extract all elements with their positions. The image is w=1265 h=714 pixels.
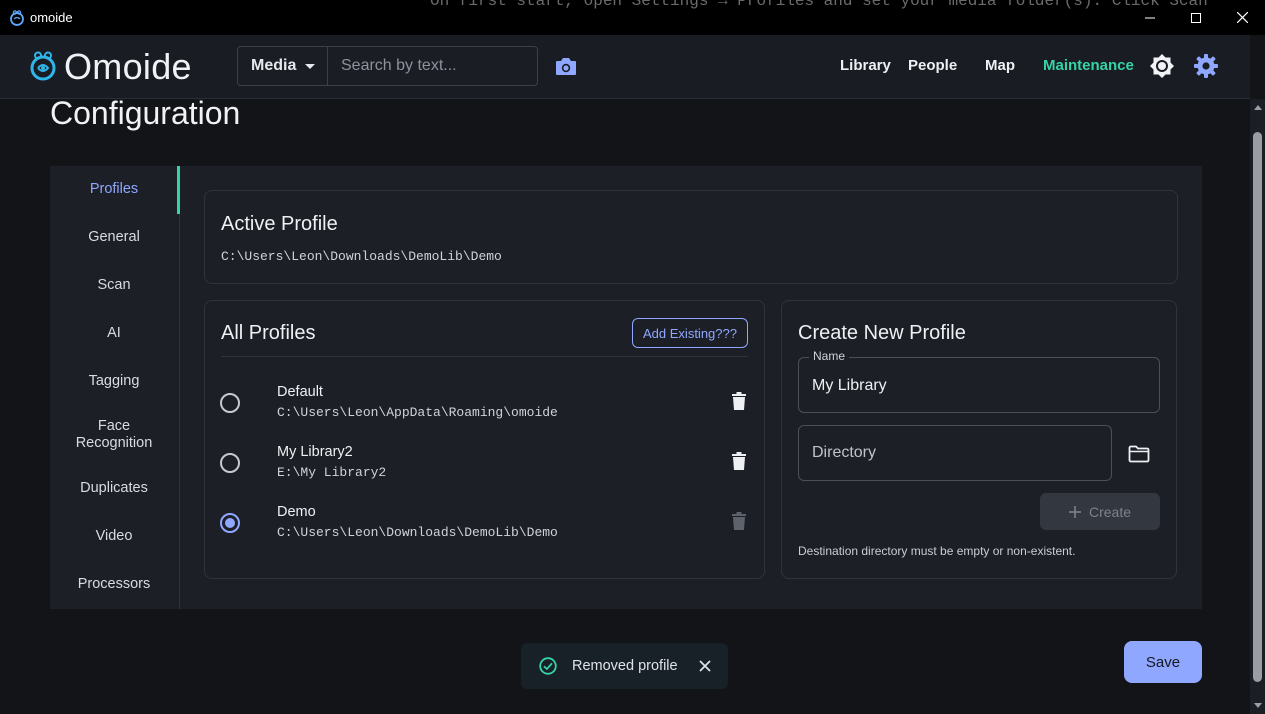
configuration-panel: Profiles General Scan AI Tagging Face Re… xyxy=(50,166,1202,609)
profile-name-label: Name xyxy=(809,349,850,363)
directory-hint: Destination directory must be empty or n… xyxy=(798,544,1076,558)
active-profile-title: Active Profile xyxy=(221,213,338,235)
maximize-button[interactable] xyxy=(1173,0,1219,35)
tab-general[interactable]: General xyxy=(50,229,178,246)
media-type-select[interactable]: Media xyxy=(237,46,328,86)
active-profile-path: C:\Users\Leon\Downloads\DemoLib\Demo xyxy=(221,249,502,264)
profile-row[interactable]: Demo C:\Users\Leon\Downloads\DemoLib\Dem… xyxy=(205,497,764,557)
gear-icon[interactable] xyxy=(1193,53,1219,79)
check-circle-icon xyxy=(539,657,557,675)
divider xyxy=(221,356,748,357)
all-profiles-title: All Profiles xyxy=(221,322,316,344)
profile-radio[interactable] xyxy=(220,453,240,473)
search-input[interactable] xyxy=(328,46,538,86)
create-profile-title: Create New Profile xyxy=(798,322,966,344)
close-icon xyxy=(1236,12,1248,23)
profile-name-value: My Library xyxy=(812,377,887,394)
create-label: Create xyxy=(1088,503,1132,520)
profile-radio-selected[interactable] xyxy=(220,513,240,533)
nav-maintenance[interactable]: Maintenance xyxy=(1043,57,1134,74)
camera-icon[interactable] xyxy=(554,55,578,77)
tab-face-recognition[interactable]: Face Recognition xyxy=(50,418,178,452)
toast-notification: Removed profile xyxy=(521,643,728,689)
minimize-button[interactable] xyxy=(1127,0,1173,35)
directory-field[interactable]: Directory xyxy=(798,425,1112,481)
profile-row[interactable]: My Library2 E:\My Library2 xyxy=(205,437,764,497)
toast-message: Removed profile xyxy=(572,658,678,674)
trash-icon[interactable] xyxy=(732,392,746,410)
window-titlebar: omoide On first start, open Settings → P… xyxy=(0,0,1265,35)
scroll-up-icon[interactable] xyxy=(1254,105,1262,110)
close-icon[interactable] xyxy=(699,660,711,672)
window-title: omoide xyxy=(30,10,73,25)
trash-icon-disabled xyxy=(732,512,746,530)
nav-map[interactable]: Map xyxy=(985,57,1015,74)
brightness-icon[interactable] xyxy=(1149,53,1175,79)
page-scrollbar[interactable] xyxy=(1250,99,1265,714)
app-header: Omoide Media Library People Map Maintena… xyxy=(0,35,1250,99)
create-profile-button[interactable]: Create xyxy=(1040,493,1160,530)
profile-path: C:\Users\Leon\Downloads\DemoLib\Demo xyxy=(277,525,558,540)
app-icon xyxy=(10,10,24,26)
profile-radio[interactable] xyxy=(220,393,240,413)
minimize-icon xyxy=(1145,17,1155,18)
profile-row[interactable]: Default C:\Users\Leon\AppData\Roaming\om… xyxy=(205,377,764,437)
profile-name: Default xyxy=(277,384,323,400)
active-profile-card: Active Profile C:\Users\Leon\Downloads\D… xyxy=(204,190,1178,284)
chevron-down-icon xyxy=(305,64,315,69)
tab-profiles[interactable]: Profiles xyxy=(50,181,178,198)
config-tabs: Profiles General Scan AI Tagging Face Re… xyxy=(50,166,180,609)
profile-name: Demo xyxy=(277,504,316,520)
nav-library[interactable]: Library xyxy=(840,57,891,74)
profile-name-field[interactable]: Name My Library xyxy=(798,349,1160,413)
save-button[interactable]: Save xyxy=(1124,641,1202,683)
maximize-icon xyxy=(1191,12,1201,23)
tab-scan[interactable]: Scan xyxy=(50,277,178,294)
add-existing-button[interactable]: Add Existing??? xyxy=(632,318,748,348)
close-window-button[interactable] xyxy=(1219,0,1265,35)
folder-icon[interactable] xyxy=(1128,445,1150,463)
create-profile-card: Create New Profile Name My Library Direc… xyxy=(781,300,1177,579)
all-profiles-card: All Profiles Add Existing??? Default C:\… xyxy=(204,300,765,579)
media-select-value: Media xyxy=(251,57,297,74)
trash-icon[interactable] xyxy=(732,452,746,470)
logo-icon xyxy=(30,51,56,81)
logo-text: Omoide xyxy=(64,46,192,87)
scroll-down-icon[interactable] xyxy=(1254,703,1262,708)
profile-path: C:\Users\Leon\AppData\Roaming\omoide xyxy=(277,405,558,420)
nav-people[interactable]: People xyxy=(908,57,957,74)
page-title: Configuration xyxy=(50,95,241,131)
tab-video[interactable]: Video xyxy=(50,528,178,545)
profile-name: My Library2 xyxy=(277,444,353,460)
directory-placeholder: Directory xyxy=(812,444,877,461)
tab-tagging[interactable]: Tagging xyxy=(50,373,178,390)
tab-processors[interactable]: Processors xyxy=(50,576,178,593)
tab-ai[interactable]: AI xyxy=(50,325,178,342)
tab-duplicates[interactable]: Duplicates xyxy=(50,480,178,497)
scrollbar-thumb[interactable] xyxy=(1253,132,1262,682)
plus-icon xyxy=(1068,505,1081,518)
profile-path: E:\My Library2 xyxy=(277,465,387,480)
